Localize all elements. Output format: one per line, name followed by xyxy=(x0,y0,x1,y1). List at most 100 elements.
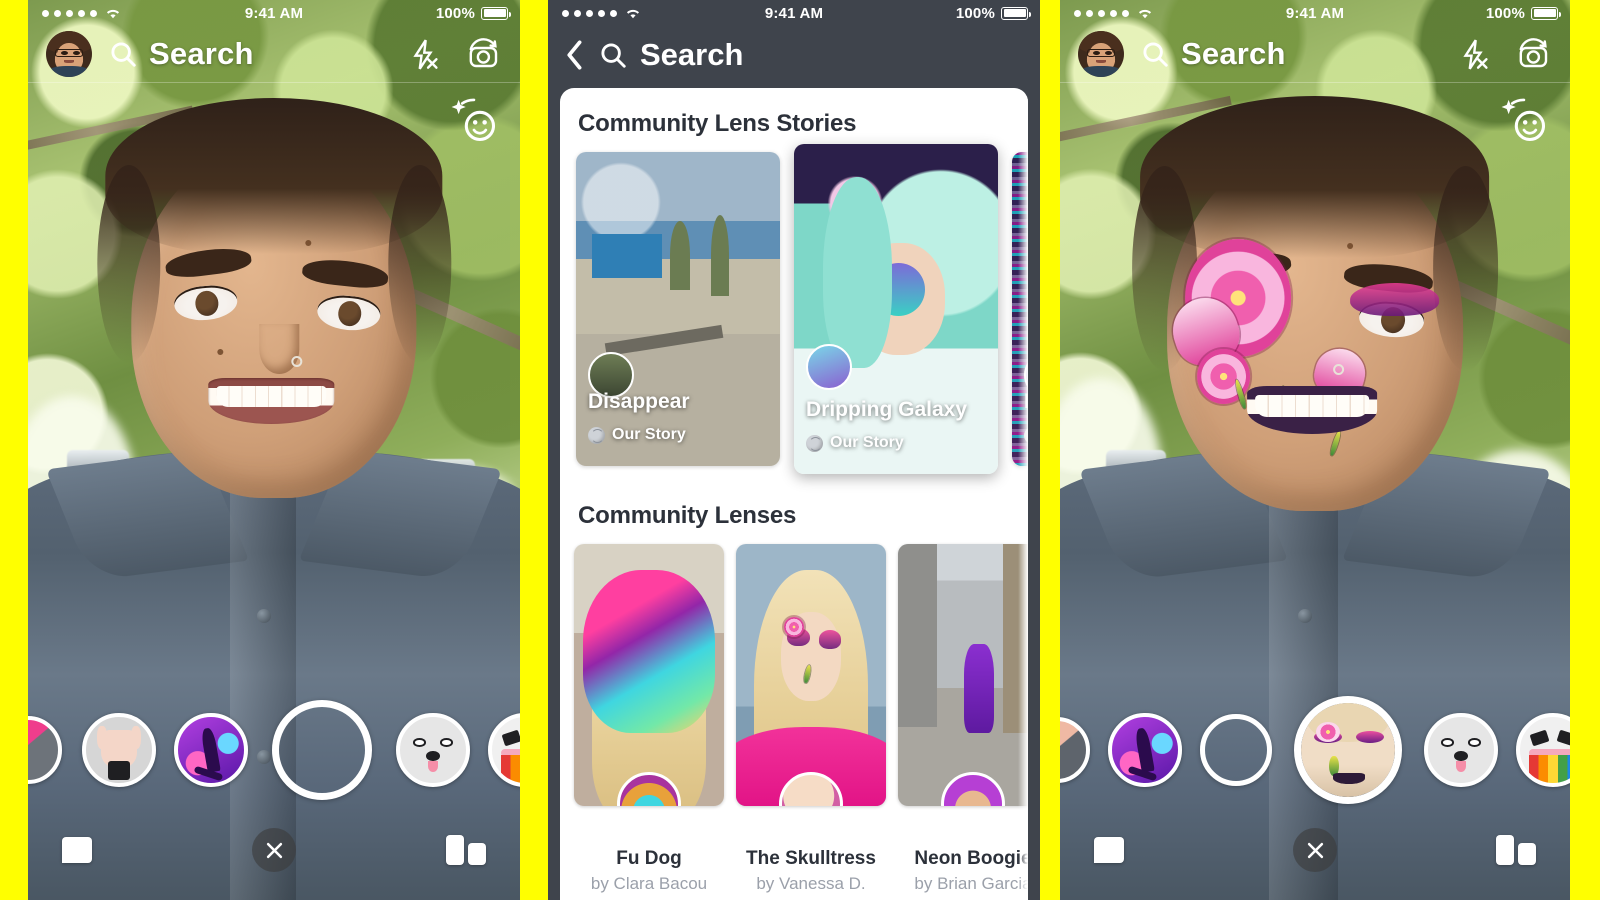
camera-actions xyxy=(409,38,502,70)
battery-full-icon xyxy=(1531,6,1561,20)
lens-title: Neon Boogie xyxy=(914,848,1028,869)
person-face xyxy=(97,98,451,498)
row-edge-fade xyxy=(1018,88,1028,900)
globe-icon xyxy=(806,434,823,452)
camera-flip-icon[interactable] xyxy=(1516,38,1552,70)
search-header: Search xyxy=(548,26,1040,84)
status-time: 9:41 AM xyxy=(244,4,304,22)
screenshot-stage: 9:41 AM 100% Search 9:41 AM 100% Search … xyxy=(0,0,1600,900)
lens-puppy-face[interactable] xyxy=(1424,713,1498,787)
story-card-subtitle-row: Our Story xyxy=(806,434,904,452)
search-icon xyxy=(1143,42,1168,67)
eye-left xyxy=(172,282,239,322)
stories-cards-icon[interactable] xyxy=(446,835,486,865)
nose-ring xyxy=(1332,364,1344,376)
teeth xyxy=(215,385,327,407)
phone-panel-search-middle: 9:41 AM 100% Search Community Lens Stori… xyxy=(548,0,1040,900)
lens-rainbow-tongue[interactable] xyxy=(1516,713,1570,787)
face-shape xyxy=(1131,96,1499,511)
search-bar[interactable]: Search xyxy=(1140,36,1286,72)
lens-author: by Vanessa D. xyxy=(756,874,866,893)
story-avatar xyxy=(806,344,852,390)
shutter-button[interactable] xyxy=(272,700,372,800)
story-card-title: Dripping Galaxy xyxy=(806,398,968,421)
chat-bubble-icon[interactable] xyxy=(62,837,92,863)
search-label: Search xyxy=(149,36,254,71)
status-bar-middle: 9:41 AM 100% xyxy=(548,0,1040,26)
status-time: 9:41 AM xyxy=(764,4,824,22)
battery-full-icon xyxy=(481,6,511,20)
hair-side-right xyxy=(1433,166,1499,372)
search-label: Search xyxy=(1181,36,1286,71)
lens-thumbnail xyxy=(736,544,886,806)
lens-cell[interactable]: The Skulltress by Vanessa D. xyxy=(736,544,886,894)
lens-cell[interactable]: Neon Boogie by Brian Garcia xyxy=(898,544,1028,894)
lens-skulltress-selected[interactable] xyxy=(1294,696,1402,804)
status-bar-left: 9:41 AM 100% xyxy=(28,0,520,26)
close-x-icon[interactable] xyxy=(252,828,296,872)
lens-rainbow-tongue[interactable] xyxy=(488,713,520,787)
lens-rock-hand[interactable] xyxy=(82,713,156,787)
lens-pink-partial[interactable] xyxy=(28,716,62,784)
story-thumbnail xyxy=(576,152,780,466)
search-results-screen: 9:41 AM 100% Search Community Lens Stori… xyxy=(548,0,1040,900)
bitmoji-avatar[interactable] xyxy=(1078,31,1124,77)
hair-side-left xyxy=(97,165,160,364)
search-icon[interactable] xyxy=(598,40,628,70)
lens-cell[interactable]: Fu Dog by Clara Bacou xyxy=(574,544,724,894)
person-face-with-lens xyxy=(1131,96,1499,511)
hair-side-right xyxy=(388,165,451,364)
shutter-button[interactable] xyxy=(1200,714,1272,786)
search-bar[interactable]: Search xyxy=(108,36,254,72)
camera-viewfinder-left[interactable]: 9:41 AM 100% Search xyxy=(28,0,520,900)
story-card-subtitle: Our Story xyxy=(612,426,686,443)
smiling-mouth xyxy=(208,377,334,424)
camera-topbar-left: Search xyxy=(28,26,520,82)
community-lens-stories-row[interactable]: Disappear Our Story Dripping Galaxy Our … xyxy=(560,144,1028,474)
search-title: Search xyxy=(640,37,744,72)
camera-viewfinder-right[interactable]: 9:41 AM 100% Search xyxy=(1060,0,1570,900)
lens-title: Fu Dog xyxy=(616,848,682,869)
camera-flip-icon[interactable] xyxy=(466,38,502,70)
mole xyxy=(305,239,312,246)
section-title-community-lens-stories: Community Lens Stories xyxy=(578,110,857,137)
lens-thumbnail xyxy=(898,544,1028,806)
lens-smiley-icon[interactable] xyxy=(1498,96,1550,149)
phone-panel-camera-left: 9:41 AM 100% Search xyxy=(28,0,520,900)
face-shape xyxy=(97,98,451,498)
bitmoji-avatar[interactable] xyxy=(46,31,92,77)
stories-cards-icon[interactable] xyxy=(1496,835,1536,865)
story-card-subtitle-row: Our Story xyxy=(588,426,686,444)
lens-neon-dancer[interactable] xyxy=(174,713,248,787)
close-x-icon[interactable] xyxy=(1293,828,1337,872)
phone-panel-camera-right: 9:41 AM 100% Search xyxy=(1060,0,1570,900)
topbar-divider xyxy=(1060,82,1570,83)
chat-bubble-icon[interactable] xyxy=(1094,837,1124,863)
lens-puppy-face[interactable] xyxy=(396,713,470,787)
globe-icon xyxy=(588,426,605,444)
community-lenses-grid[interactable]: Fu Dog by Clara Bacou The Skulltress by … xyxy=(560,544,1028,894)
iris xyxy=(194,289,220,316)
lens-neon-dancer[interactable] xyxy=(1108,713,1182,787)
lens-smiley-icon[interactable] xyxy=(448,96,500,149)
lens-carousel-right[interactable] xyxy=(1060,696,1570,804)
chevron-left-icon[interactable] xyxy=(564,40,586,70)
shirt-button xyxy=(257,609,272,624)
lens-author: by Clara Bacou xyxy=(590,874,708,893)
camera-topbar-right: Search xyxy=(1060,26,1570,82)
nose-ring xyxy=(291,356,303,368)
story-thumbnail xyxy=(794,144,998,474)
flash-off-icon[interactable] xyxy=(1459,39,1490,70)
lens-partial-left[interactable] xyxy=(1060,717,1090,783)
topbar-divider xyxy=(28,82,520,83)
story-card[interactable]: Disappear Our Story xyxy=(576,152,780,466)
lens-thumbnail xyxy=(574,544,724,806)
fu-dog-mask xyxy=(583,570,715,733)
mole xyxy=(216,349,223,356)
status-time: 9:41 AM xyxy=(1285,4,1345,22)
story-card[interactable]: Dripping Galaxy Our Story xyxy=(794,144,998,474)
shirt-button xyxy=(1297,609,1312,624)
lens-carousel-left[interactable] xyxy=(28,698,520,802)
lens-leaf xyxy=(1328,429,1342,457)
flash-off-icon[interactable] xyxy=(409,39,440,70)
